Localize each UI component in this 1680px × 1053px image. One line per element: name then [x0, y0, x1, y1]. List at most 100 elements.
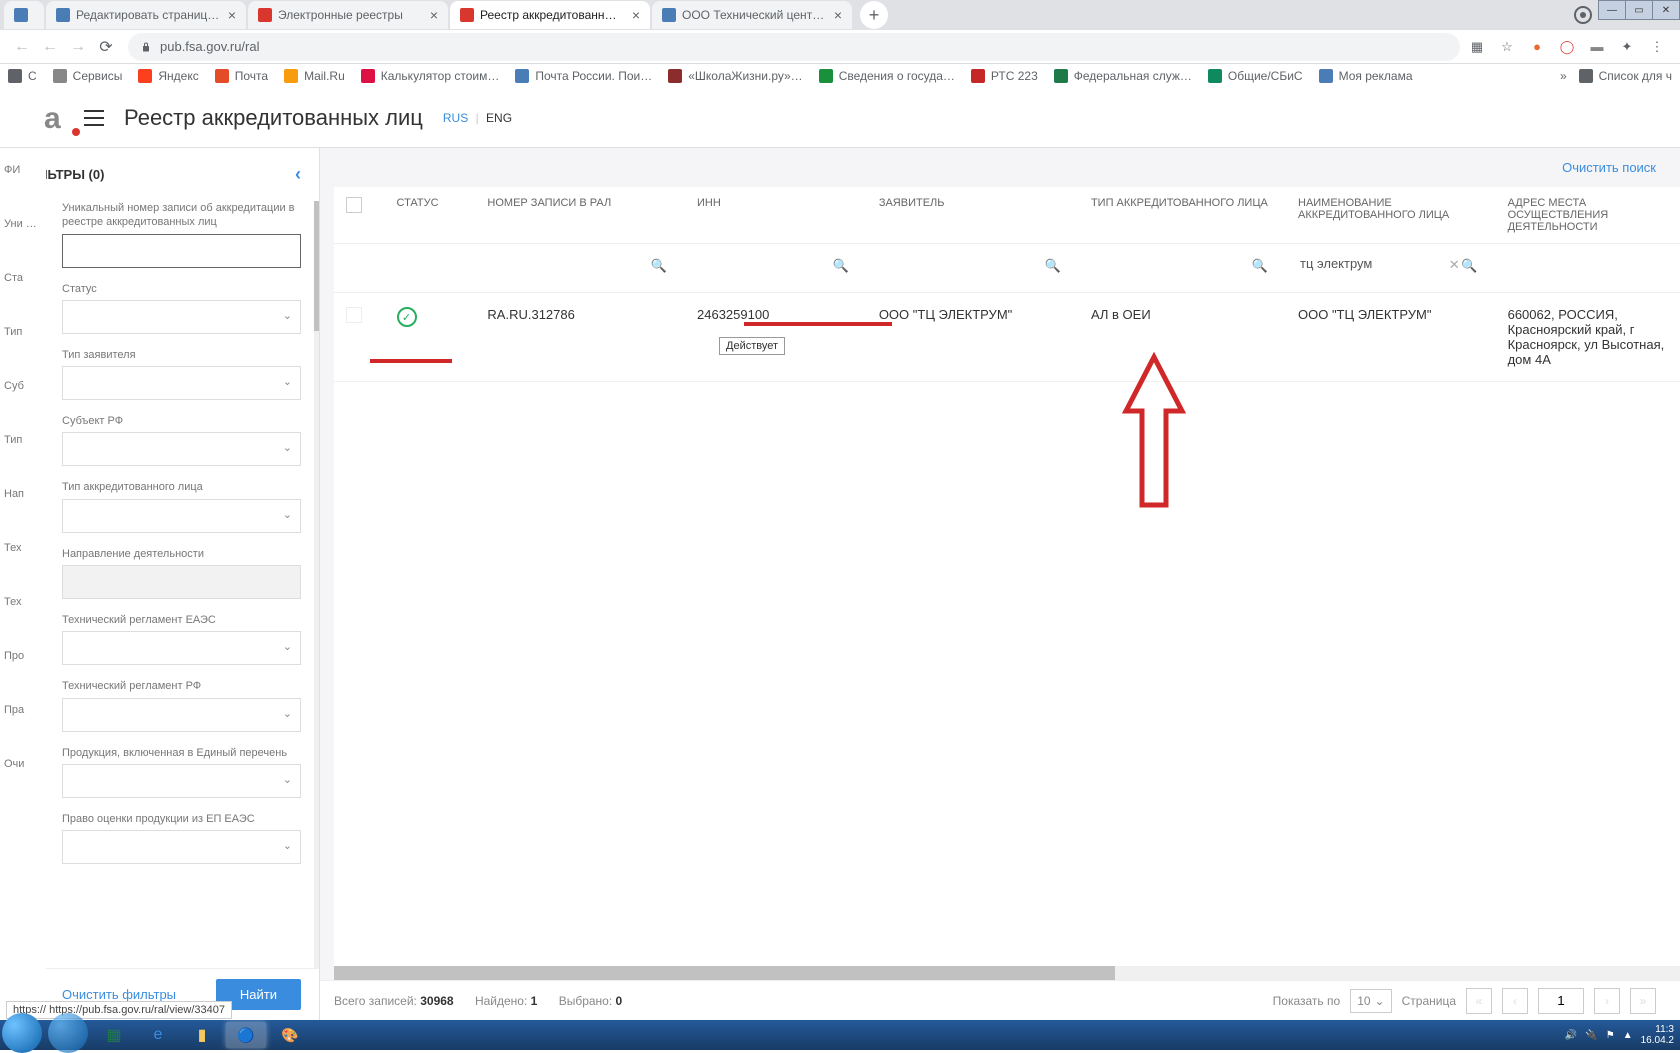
new-tab-button[interactable]: +: [860, 1, 888, 29]
minimize-button[interactable]: —: [1598, 0, 1626, 20]
first-page-button[interactable]: «: [1466, 988, 1492, 1014]
collapse-icon[interactable]: ‹: [295, 164, 301, 185]
page-input[interactable]: [1538, 988, 1584, 1014]
tab-4[interactable]: ООО Технический центр «Элек ×: [652, 1, 852, 29]
accredited-type-select[interactable]: ⌄: [62, 499, 301, 533]
bookmark-item[interactable]: Федеральная служ…: [1054, 69, 1192, 83]
tray-volume-icon[interactable]: 🔊: [1565, 1030, 1577, 1041]
reading-list-button[interactable]: Список для ч: [1579, 69, 1672, 83]
tech-reg-rf-select[interactable]: ⌄: [62, 698, 301, 732]
page-size-select[interactable]: 10⌄: [1350, 989, 1391, 1013]
translate-icon[interactable]: ▦: [1468, 38, 1486, 56]
tab-1[interactable]: Редактировать страницу ‹ ООО ×: [46, 1, 246, 29]
search-record-input[interactable]: [487, 248, 673, 278]
last-page-button[interactable]: »: [1630, 988, 1656, 1014]
bookmark-item[interactable]: «ШколаЖизни.ру»…: [668, 69, 802, 83]
bookmark-item[interactable]: Яндекс: [138, 69, 198, 83]
status-select[interactable]: ⌄: [62, 300, 301, 334]
status-active-icon: ✓: [397, 307, 417, 327]
url-bar[interactable]: pub.fsa.gov.ru/ral: [128, 33, 1460, 61]
tab-0[interactable]: Р: [4, 1, 44, 29]
reload-button[interactable]: ⟳: [92, 33, 120, 61]
search-inn-input[interactable]: [697, 248, 855, 278]
close-icon[interactable]: ×: [632, 7, 640, 23]
bookmark-item[interactable]: Почта России. Пои…: [515, 69, 652, 83]
tray-up-icon[interactable]: ▲: [1623, 1030, 1633, 1041]
ext-icon-3[interactable]: ▬: [1588, 38, 1606, 56]
maximize-button[interactable]: ▭: [1625, 0, 1653, 20]
cast-icon[interactable]: [1574, 6, 1592, 24]
clear-search-link[interactable]: Очистить поиск: [1562, 160, 1656, 175]
filter-label: Технический регламент РФ: [62, 679, 301, 693]
task-excel[interactable]: ▦: [94, 1022, 134, 1048]
scrollbar[interactable]: [314, 201, 319, 968]
close-window-button[interactable]: ✕: [1652, 0, 1680, 20]
unique-number-input[interactable]: [62, 234, 301, 268]
search-icon[interactable]: 🔍: [1252, 258, 1268, 274]
bookmark-overflow[interactable]: »: [1560, 69, 1567, 83]
clear-filters-link[interactable]: Очистить фильтры: [62, 987, 176, 1002]
ext-icon-1[interactable]: ●: [1528, 38, 1546, 56]
lang-rus[interactable]: RUS: [443, 111, 468, 125]
tech-reg-eaes-select[interactable]: ⌄: [62, 631, 301, 665]
task-paint[interactable]: 🎨: [270, 1022, 310, 1048]
task-ie[interactable]: e: [138, 1022, 178, 1048]
search-applicant-input[interactable]: [879, 248, 1067, 278]
filter-label: Технический регламент ЕАЭС: [62, 613, 301, 627]
chevron-down-icon: ⌄: [283, 375, 292, 388]
cell-address: 660062, РОССИЯ, Красноярский край, г Кра…: [1496, 293, 1680, 382]
ext-icon-2[interactable]: ◯: [1558, 38, 1576, 56]
apps-button[interactable]: С: [8, 69, 37, 83]
bookmark-item[interactable]: Mail.Ru: [284, 69, 345, 83]
bookmark-item[interactable]: РТС 223: [971, 69, 1038, 83]
clear-icon[interactable]: ✕: [1449, 257, 1460, 273]
filter-panel: ФИ Уни рее Ста Тип Суб Тип Нап Тех Тех П…: [0, 148, 320, 1020]
lang-eng[interactable]: ENG: [486, 111, 512, 125]
star-icon[interactable]: ☆: [1498, 38, 1516, 56]
forward-button[interactable]: →: [64, 33, 92, 61]
product-eval-select[interactable]: ⌄: [62, 830, 301, 864]
table-row[interactable]: ✓ RA.RU.312786 2463259100 ООО "ТЦ ЭЛЕКТР…: [334, 293, 1680, 382]
search-icon[interactable]: 🔍: [651, 258, 667, 274]
col-type: ТИП АККРЕДИТОВАННОГО ЛИЦА: [1079, 187, 1286, 244]
hamburger-icon[interactable]: [84, 110, 104, 126]
bookmark-item[interactable]: Калькулятор стоим…: [361, 69, 500, 83]
filter-label: Продукция, включенная в Единый перечень: [62, 746, 301, 760]
region-select[interactable]: ⌄: [62, 432, 301, 466]
filter-label: Статус: [62, 282, 301, 296]
search-icon[interactable]: 🔍: [1045, 258, 1061, 274]
product-list-select[interactable]: ⌄: [62, 764, 301, 798]
task-chrome[interactable]: 🔵: [226, 1022, 266, 1048]
bookmark-item[interactable]: Почта: [215, 69, 268, 83]
start-button-2[interactable]: [48, 1013, 88, 1053]
tab-3[interactable]: Реестр аккредитованных лиц ×: [450, 1, 650, 29]
select-all-checkbox[interactable]: [346, 197, 362, 213]
extensions-icon[interactable]: ✦: [1618, 38, 1636, 56]
back-button[interactable]: ←: [8, 33, 36, 61]
prev-page-button[interactable]: ‹: [1502, 988, 1528, 1014]
bookmark-item[interactable]: Сервисы: [53, 69, 123, 83]
search-icon[interactable]: 🔍: [833, 258, 849, 274]
tray-flag-icon[interactable]: ⚑: [1606, 1030, 1615, 1041]
search-icon[interactable]: 🔍: [1461, 258, 1477, 274]
search-type-input[interactable]: [1091, 248, 1274, 278]
filter-label: Субъект РФ: [62, 414, 301, 428]
logo[interactable]: a: [44, 102, 76, 134]
tab-2[interactable]: Электронные реестры ×: [248, 1, 448, 29]
applicant-type-select[interactable]: ⌄: [62, 366, 301, 400]
start-button[interactable]: [2, 1013, 42, 1053]
menu-icon[interactable]: ⋮: [1648, 38, 1666, 56]
bookmark-item[interactable]: Общие/СБиС: [1208, 69, 1303, 83]
bookmark-item[interactable]: Сведения о госуда…: [819, 69, 955, 83]
close-icon[interactable]: ×: [430, 7, 438, 23]
close-icon[interactable]: ×: [834, 7, 842, 23]
status-bar-link: https:// https://pub.fsa.gov.ru/ral/view…: [6, 1001, 232, 1019]
task-explorer[interactable]: ▮: [182, 1022, 222, 1048]
close-icon[interactable]: ×: [228, 7, 236, 23]
back-button-2[interactable]: ←: [36, 33, 64, 61]
row-checkbox[interactable]: [346, 307, 362, 323]
tray-network-icon[interactable]: 🔌: [1585, 1030, 1597, 1041]
next-page-button[interactable]: ›: [1594, 988, 1620, 1014]
horizontal-scrollbar[interactable]: [334, 966, 1680, 980]
bookmark-item[interactable]: Моя реклама: [1319, 69, 1413, 83]
